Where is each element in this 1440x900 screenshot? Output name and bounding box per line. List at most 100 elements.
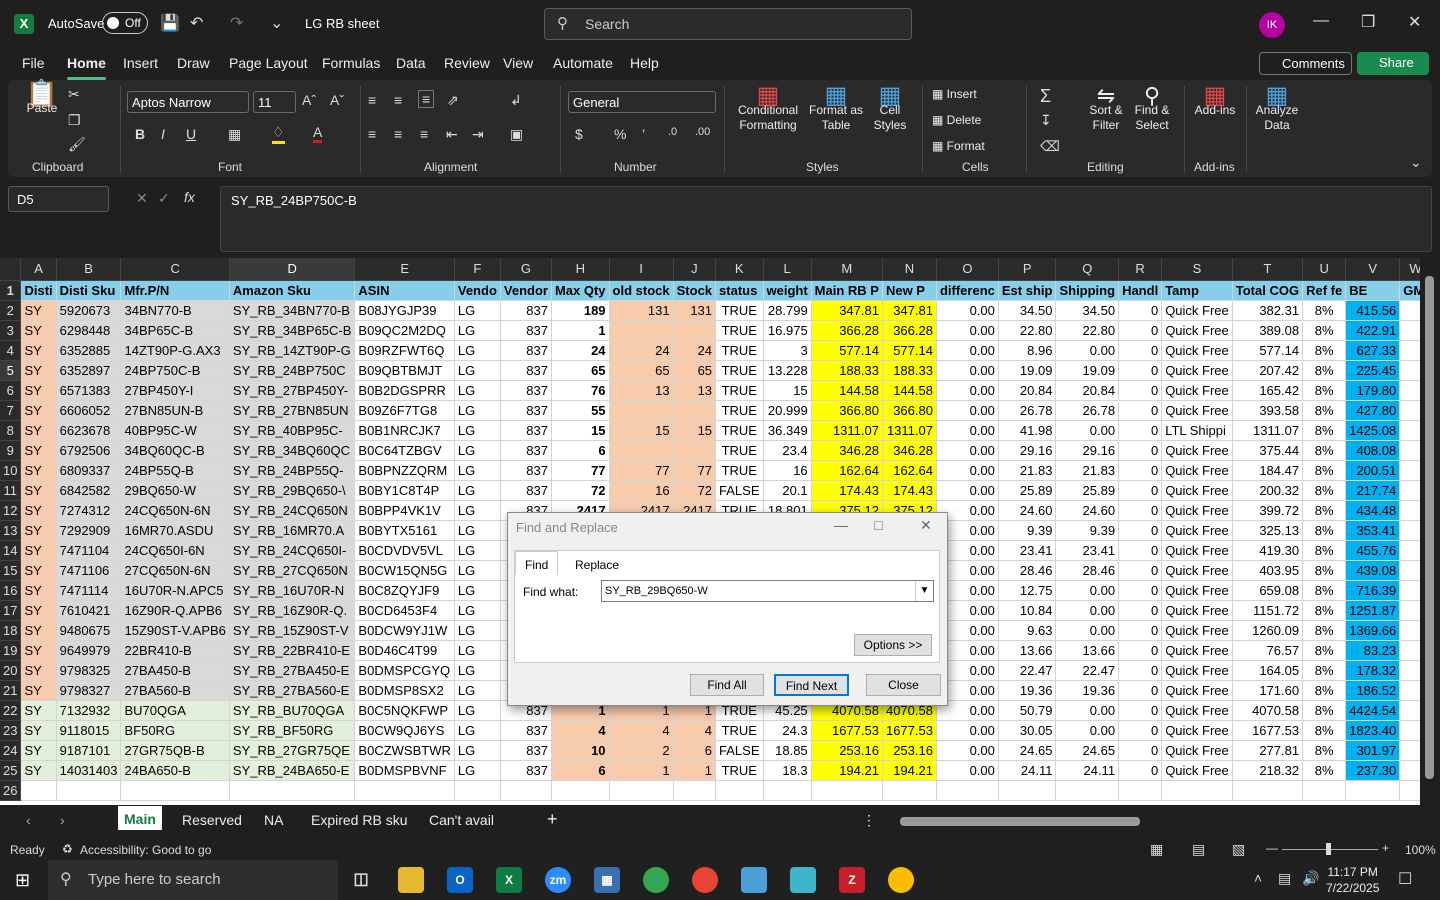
table-cell[interactable]: 8% [1302, 720, 1347, 741]
table-cell[interactable]: SY_RB_27GR75QE [229, 740, 356, 761]
table-cell[interactable]: 0.00 [936, 440, 999, 461]
increase-font-icon[interactable]: Aˆ [302, 92, 316, 108]
table-cell[interactable]: B0CD6453F4 [354, 600, 455, 621]
table-cell[interactable]: 165.42 [1232, 380, 1304, 401]
table-cell[interactable]: 716.39 [1345, 580, 1401, 601]
zoom-out-icon[interactable]: — [1266, 841, 1278, 855]
table-cell[interactable]: 393.58 [1232, 400, 1304, 421]
delete-cells-button[interactable]: ▦ Delete [932, 113, 981, 128]
table-cell[interactable]: 0 [1118, 700, 1163, 721]
table-cell[interactable]: 1251.87 [1345, 600, 1401, 621]
table-cell[interactable]: SY_RB_24BP750C [229, 360, 356, 381]
table-cell[interactable]: 0 [1118, 720, 1163, 741]
table-cell[interactable]: 30.05 [998, 720, 1057, 741]
table-cell[interactable]: 8% [1302, 740, 1347, 761]
table-cell[interactable]: 0 [1118, 500, 1163, 521]
file-explorer-icon[interactable] [398, 867, 424, 893]
table-cell[interactable]: 24.11 [1055, 760, 1120, 781]
notifications-icon[interactable]: ☐ [1398, 869, 1412, 889]
table-cell[interactable]: 200.32 [1232, 480, 1304, 501]
table-cell[interactable]: LG [454, 540, 501, 561]
table-cell[interactable]: 9187101 [56, 740, 122, 761]
table-cell[interactable]: LG [454, 440, 501, 461]
table-cell[interactable]: 27BA450-B [120, 660, 230, 681]
row-header[interactable]: 2 [0, 300, 22, 321]
table-cell[interactable]: 837 [500, 400, 552, 421]
clear-icon[interactable]: ⌫ [1040, 138, 1060, 155]
table-cell[interactable]: 23.4 [763, 440, 812, 461]
table-cell[interactable]: 22BR410-B [120, 640, 230, 661]
table-cell[interactable]: 6 [551, 760, 610, 781]
table-cell[interactable]: Quick Free [1161, 640, 1233, 661]
table-cell[interactable]: SY [20, 640, 57, 661]
table-cell[interactable]: 0.00 [936, 340, 999, 361]
table-cell[interactable]: 24CQ650N-6N [120, 500, 230, 521]
table-cell[interactable]: 27BP450Y-I [120, 380, 230, 401]
column-header[interactable]: M [811, 258, 883, 281]
table-cell[interactable]: 8% [1302, 460, 1347, 481]
table-cell[interactable]: 76 [551, 380, 610, 401]
table-cell[interactable]: B0C64TZBGV [354, 440, 455, 461]
table-cell[interactable]: 16.975 [763, 320, 812, 341]
table-cell[interactable]: Quick Free [1161, 460, 1233, 481]
table-cell[interactable]: 455.76 [1345, 540, 1401, 561]
horizontal-scrollbar-thumb[interactable] [900, 817, 1140, 826]
table-cell[interactable]: 0 [1118, 320, 1163, 341]
table-cell[interactable]: 382.31 [1232, 300, 1304, 321]
redo-icon[interactable]: ↷ [230, 13, 243, 33]
table-cell[interactable]: 194.21 [882, 760, 937, 781]
table-cell[interactable]: 13.66 [1055, 640, 1120, 661]
table-cell[interactable]: 375.44 [1232, 440, 1304, 461]
table-cell[interactable]: SY [20, 620, 57, 641]
table-cell[interactable]: 24.60 [998, 500, 1057, 521]
font-name-select[interactable]: Aptos Narrow [127, 91, 249, 113]
column-header[interactable]: H [551, 258, 610, 281]
table-cell[interactable]: 34BQ60QC-B [120, 440, 230, 461]
column-header[interactable]: O [936, 258, 999, 281]
row-header[interactable]: 12 [0, 500, 22, 521]
table-cell[interactable]: FALSE [715, 480, 764, 501]
table-cell[interactable]: 34BP65C-B [120, 320, 230, 341]
table-cell[interactable]: 0 [1118, 300, 1163, 321]
table-cell[interactable]: 0.00 [936, 460, 999, 481]
table-cell[interactable]: 0 [1118, 600, 1163, 621]
table-cell[interactable]: 8% [1302, 680, 1347, 701]
table-cell[interactable]: 0.00 [1055, 420, 1120, 441]
table-cell[interactable]: 253.16 [882, 740, 937, 761]
row-header[interactable]: 9 [0, 440, 22, 461]
table-cell[interactable]: TRUE [715, 460, 764, 481]
table-cell[interactable]: 2 [609, 740, 674, 761]
table-cell[interactable]: 837 [500, 740, 552, 761]
column-header[interactable]: N [882, 258, 937, 281]
table-cell[interactable]: B0C8ZQYJF9 [354, 580, 455, 601]
table-cell[interactable]: 837 [500, 320, 552, 341]
table-cell[interactable]: 25.89 [998, 480, 1057, 501]
sheet-tab-main[interactable]: Main [118, 806, 162, 830]
table-cell[interactable]: Quick Free [1161, 720, 1233, 741]
table-cell[interactable]: 0 [1118, 480, 1163, 501]
table-cell[interactable]: 0 [1118, 440, 1163, 461]
header-cell[interactable]: status [715, 280, 764, 301]
table-cell[interactable]: 9118015 [56, 720, 122, 741]
table-cell[interactable]: 0 [1118, 560, 1163, 581]
menu-automate[interactable]: Automate [553, 55, 613, 71]
table-cell[interactable]: 29BQ650-W [120, 480, 230, 501]
table-cell[interactable]: 200.51 [1345, 460, 1401, 481]
table-cell[interactable]: 13 [609, 380, 674, 401]
collapse-ribbon-icon[interactable]: ⌄ [1410, 154, 1422, 171]
table-cell[interactable]: SY_RB_24CQ650I- [229, 540, 356, 561]
table-cell[interactable]: 0 [1399, 460, 1420, 481]
addins-button[interactable]: ▦ Add-ins [1192, 84, 1238, 118]
copy-icon[interactable]: ❐ [68, 112, 81, 129]
table-cell[interactable]: SY_RB_24CQ650N [229, 500, 356, 521]
row-header[interactable]: 14 [0, 540, 22, 561]
table-cell[interactable]: 434.48 [1345, 500, 1401, 521]
table-cell[interactable]: 21.83 [1055, 460, 1120, 481]
volume-icon[interactable]: 🔊 [1302, 870, 1319, 887]
table-cell[interactable]: 7610421 [56, 600, 122, 621]
column-header[interactable]: B [56, 258, 122, 281]
table-cell[interactable]: FALSE [715, 740, 764, 761]
table-cell[interactable]: 8% [1302, 760, 1347, 781]
sheet-tab-cant-avail[interactable]: Can't avail [429, 812, 494, 828]
table-cell[interactable]: LG [454, 320, 501, 341]
